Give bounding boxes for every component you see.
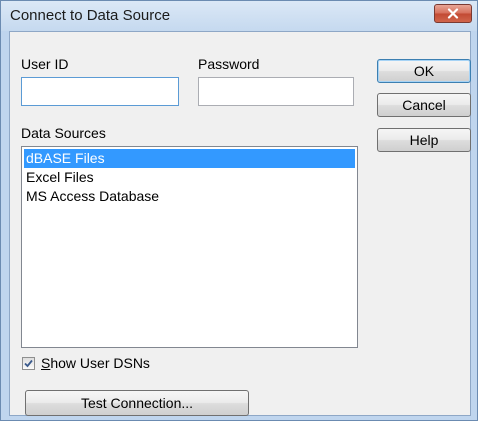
data-sources-list[interactable]: dBASE Files Excel Files MS Access Databa…: [21, 146, 358, 348]
cancel-button[interactable]: Cancel: [377, 93, 471, 117]
show-user-dsns-accelerator: S: [41, 355, 51, 371]
help-button[interactable]: Help: [377, 128, 471, 152]
show-user-dsns-text: how User DSNs: [50, 355, 150, 371]
close-button[interactable]: [434, 4, 472, 23]
list-item-excel-files[interactable]: Excel Files: [24, 168, 355, 187]
password-field[interactable]: [198, 77, 354, 106]
list-item-ms-access-database[interactable]: MS Access Database: [24, 187, 355, 206]
show-user-dsns-label[interactable]: Show User DSNs: [41, 355, 150, 371]
list-item-dbase-files[interactable]: dBASE Files: [24, 149, 355, 168]
ok-button[interactable]: OK: [377, 59, 471, 83]
dialog-body: User ID Password Data Sources dBASE File…: [9, 31, 471, 416]
data-sources-label: Data Sources: [21, 125, 106, 141]
user-id-label: User ID: [21, 56, 69, 72]
password-label: Password: [198, 56, 260, 72]
connect-dialog: Connect to Data Source User ID Password …: [0, 0, 478, 421]
show-user-dsns-checkbox[interactable]: [22, 357, 35, 370]
user-id-field[interactable]: [21, 77, 179, 106]
window-title: Connect to Data Source: [10, 7, 171, 24]
test-connection-button[interactable]: Test Connection...: [25, 390, 249, 416]
checkmark-icon: [24, 359, 33, 368]
close-icon: [447, 8, 459, 19]
title-bar: Connect to Data Source: [1, 1, 477, 31]
